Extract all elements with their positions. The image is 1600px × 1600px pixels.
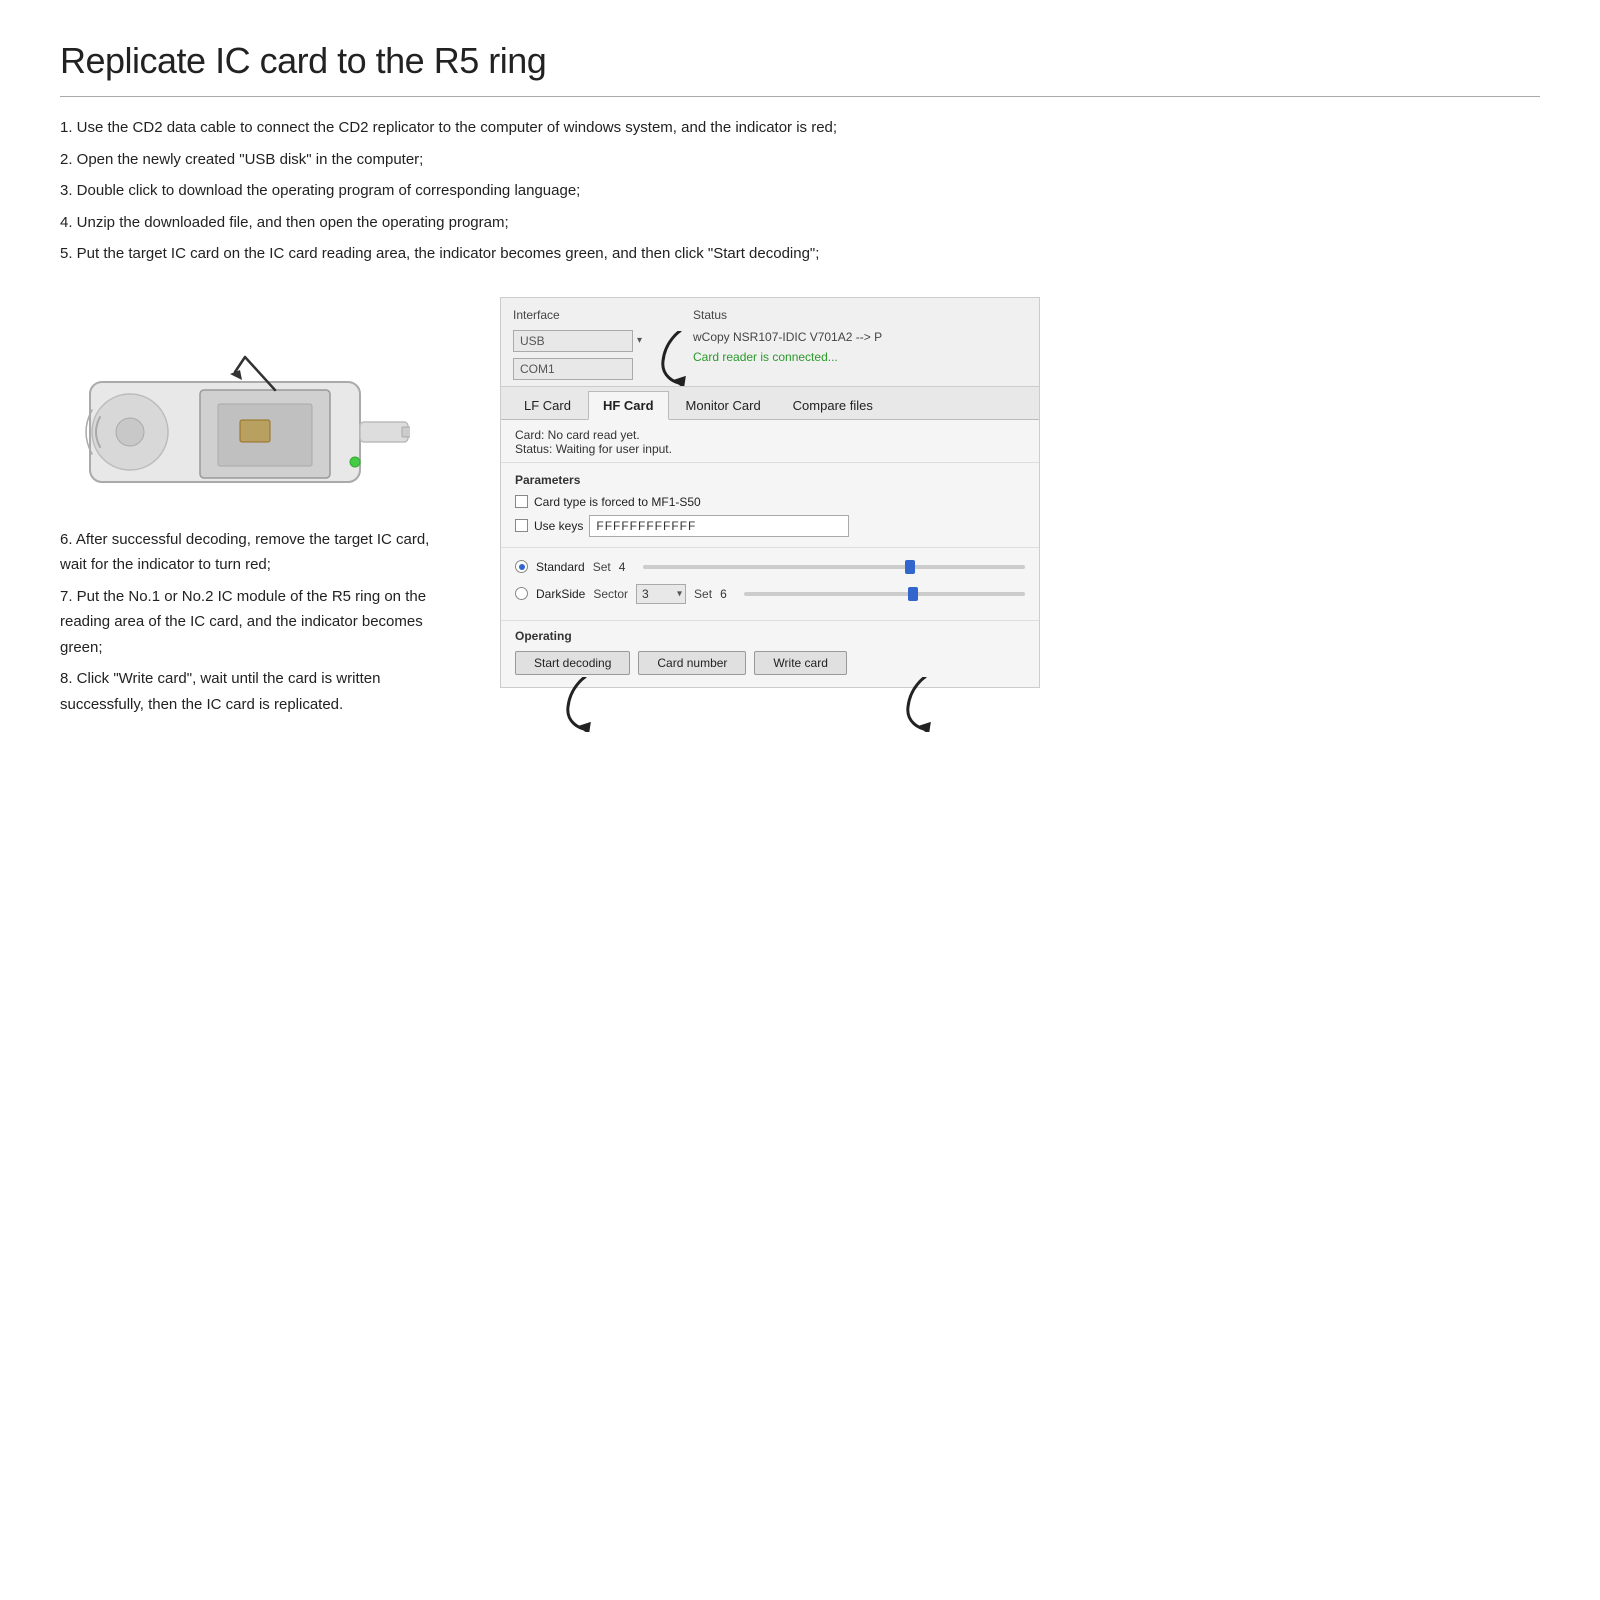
keys-input[interactable] [589, 515, 849, 537]
status-label: Status [693, 308, 1027, 322]
use-keys-label: Use keys [534, 519, 583, 533]
sector-select[interactable]: 3 0 1 2 [636, 584, 686, 604]
usb-dropdown-arrow: ▾ [637, 335, 642, 346]
standard-set-label: Set [593, 560, 611, 574]
checkbox-use-keys[interactable] [515, 519, 528, 532]
operating-title: Operating [515, 629, 1025, 643]
steps-after-section: 6. After successful decoding, remove the… [60, 527, 430, 724]
card-status-line2: Status: Waiting for user input. [515, 442, 1025, 456]
interface-group: Interface ▾ [513, 308, 673, 380]
parameters-section: Parameters Card type is forced to MF1-S5… [501, 463, 1039, 548]
darkside-label: DarkSide [536, 587, 585, 601]
com1-input[interactable] [513, 358, 633, 380]
tab-hf-card[interactable]: HF Card [588, 391, 669, 420]
start-decoding-button[interactable]: Start decoding [515, 651, 630, 675]
step6: 6. After successful decoding, remove the… [60, 527, 430, 578]
step3: 3. Double click to download the operatin… [60, 178, 920, 204]
tabs-bar: LF Card HF Card Monitor Card Compare fil… [501, 387, 1039, 420]
card-number-button[interactable]: Card number [638, 651, 746, 675]
step1: 1. Use the CD2 data cable to connect the… [60, 115, 920, 141]
step2: 2. Open the newly created "USB disk" in … [60, 147, 920, 173]
darkside-set-label: Set [694, 587, 712, 601]
interface-label: Interface [513, 308, 673, 322]
page-title: Replicate IC card to the R5 ring [60, 40, 1540, 82]
tab-lf-card[interactable]: LF Card [509, 391, 586, 419]
checkbox1-row: Card type is forced to MF1-S50 [515, 495, 1025, 509]
step7: 7. Put the No.1 or No.2 IC module of the… [60, 584, 430, 661]
card-status-section: Card: No card read yet. Status: Waiting … [501, 420, 1039, 463]
usb-row: ▾ [513, 330, 673, 352]
step4: 4. Unzip the downloaded file, and then o… [60, 210, 920, 236]
standard-set-value: 4 [619, 560, 635, 574]
status-group: Status wCopy NSR107-IDIC V701A2 --> P Ca… [673, 308, 1027, 380]
mode-section: Standard Set 4 DarkSide Sector [501, 548, 1039, 621]
checkbox1-label: Card type is forced to MF1-S50 [534, 495, 701, 509]
instructions-section: 1. Use the CD2 data cable to connect the… [60, 115, 920, 267]
radio-darkside[interactable] [515, 587, 528, 600]
title-divider [60, 96, 1540, 97]
standard-row: Standard Set 4 [515, 558, 1025, 576]
usb-input[interactable] [513, 330, 633, 352]
tab-compare-files[interactable]: Compare files [778, 391, 888, 419]
step5: 5. Put the target IC card on the IC card… [60, 241, 920, 267]
standard-slider[interactable] [643, 558, 1025, 576]
step8: 8. Click "Write card", wait until the ca… [60, 666, 430, 717]
sector-label: Sector [593, 587, 628, 601]
radio-standard[interactable] [515, 560, 528, 573]
darkside-set-value: 6 [720, 587, 736, 601]
use-keys-row: Use keys [515, 515, 1025, 537]
standard-label: Standard [536, 560, 585, 574]
connected-text: Card reader is connected... [693, 350, 1027, 364]
write-card-button[interactable]: Write card [754, 651, 846, 675]
interface-status-section: Interface ▾ Status wCopy NSR107-IDIC V70… [501, 298, 1039, 387]
tab-monitor-card[interactable]: Monitor Card [671, 391, 776, 419]
device-illustration [60, 297, 420, 497]
parameters-title: Parameters [515, 473, 1025, 487]
sector-select-wrapper: 3 0 1 2 [636, 584, 686, 604]
software-ui-panel: Interface ▾ Status wCopy NSR107-IDIC V70… [500, 297, 1040, 688]
com1-row [513, 358, 673, 380]
checkbox-mf1s50[interactable] [515, 495, 528, 508]
operating-buttons: Start decoding Card number Write card [515, 651, 1025, 675]
operating-section: Operating Start decoding Card number Wri… [501, 621, 1039, 687]
status-version: wCopy NSR107-IDIC V701A2 --> P [693, 330, 1027, 344]
software-panel-wrapper: Interface ▾ Status wCopy NSR107-IDIC V70… [500, 297, 1040, 688]
card-status-line1: Card: No card read yet. [515, 428, 1025, 442]
darkside-row: DarkSide Sector 3 0 1 2 Set 6 [515, 584, 1025, 604]
darkside-slider[interactable] [744, 585, 1025, 603]
